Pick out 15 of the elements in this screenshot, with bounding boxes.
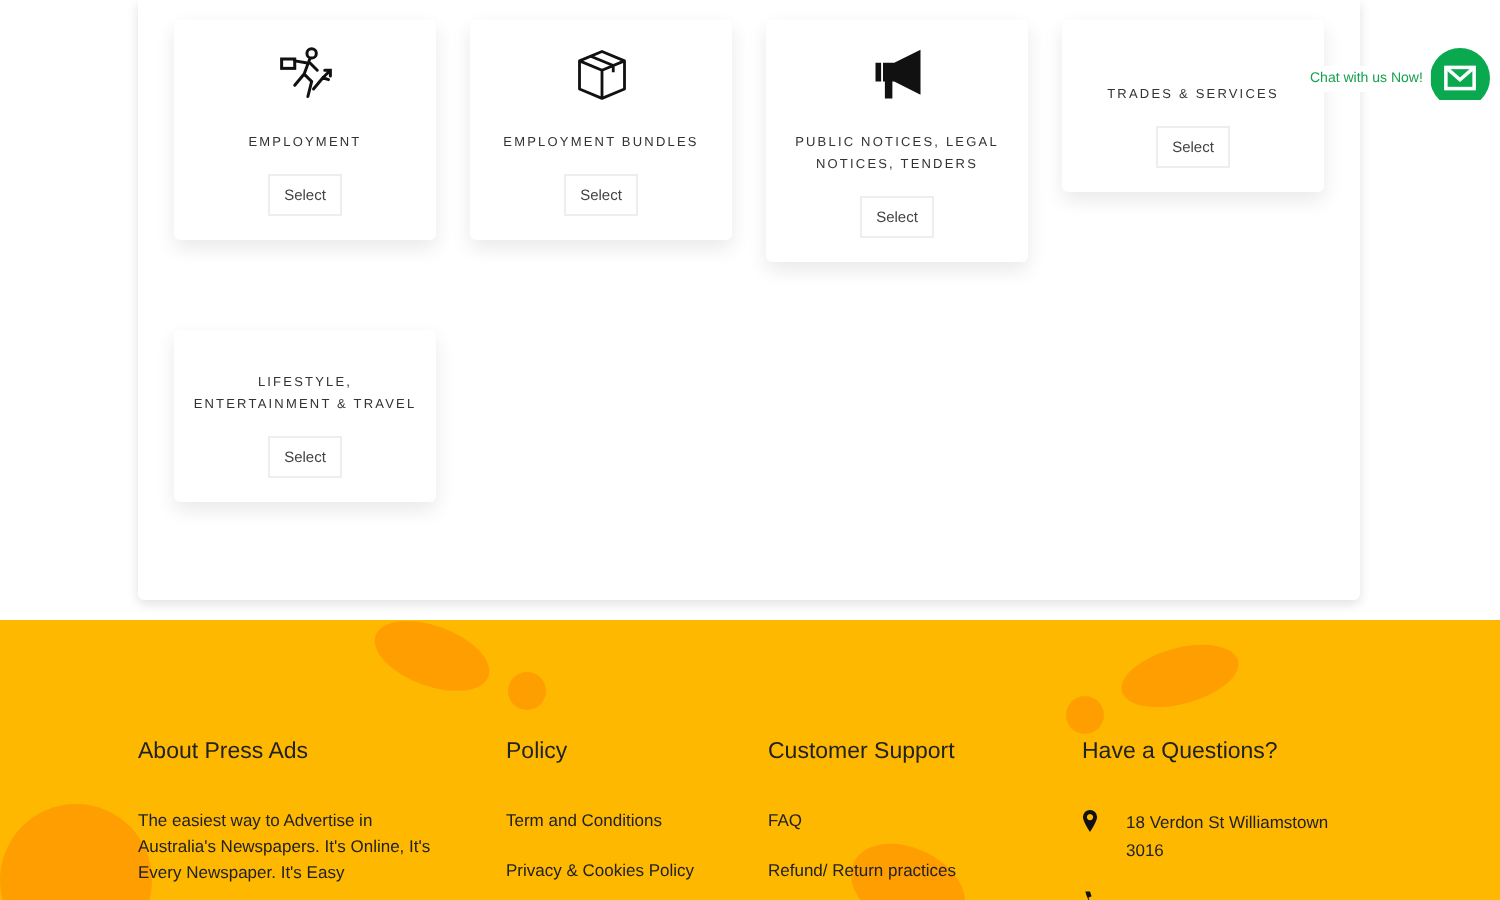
footer-link[interactable]: FAQ [768,810,1082,830]
chat-mail-icon[interactable] [1430,48,1491,100]
decorative-dot [508,672,546,710]
location-pin-icon [1082,810,1098,832]
decorative-dot [1066,696,1104,734]
footer-link[interactable]: Privacy & Cookies Policy [506,860,768,880]
footer-link[interactable]: Term and Conditions [506,810,768,830]
footer-link[interactable]: Refund/ Return practices [768,860,1082,880]
footer-heading: Customer Support [768,740,957,764]
running-man-icon [275,44,335,104]
footer-heading: About Press Ads [138,740,311,764]
footer-heading: Have a Questions? [1082,740,1280,764]
about-text: The easiest way to Advertise in Australia's Newspapers. It's Online, It's Every Newspaper. It's Easy [138,808,433,886]
contact-text: 18 Verdon St Williamstown 3016 [1126,810,1331,864]
footer-heading: Policy [506,740,570,764]
